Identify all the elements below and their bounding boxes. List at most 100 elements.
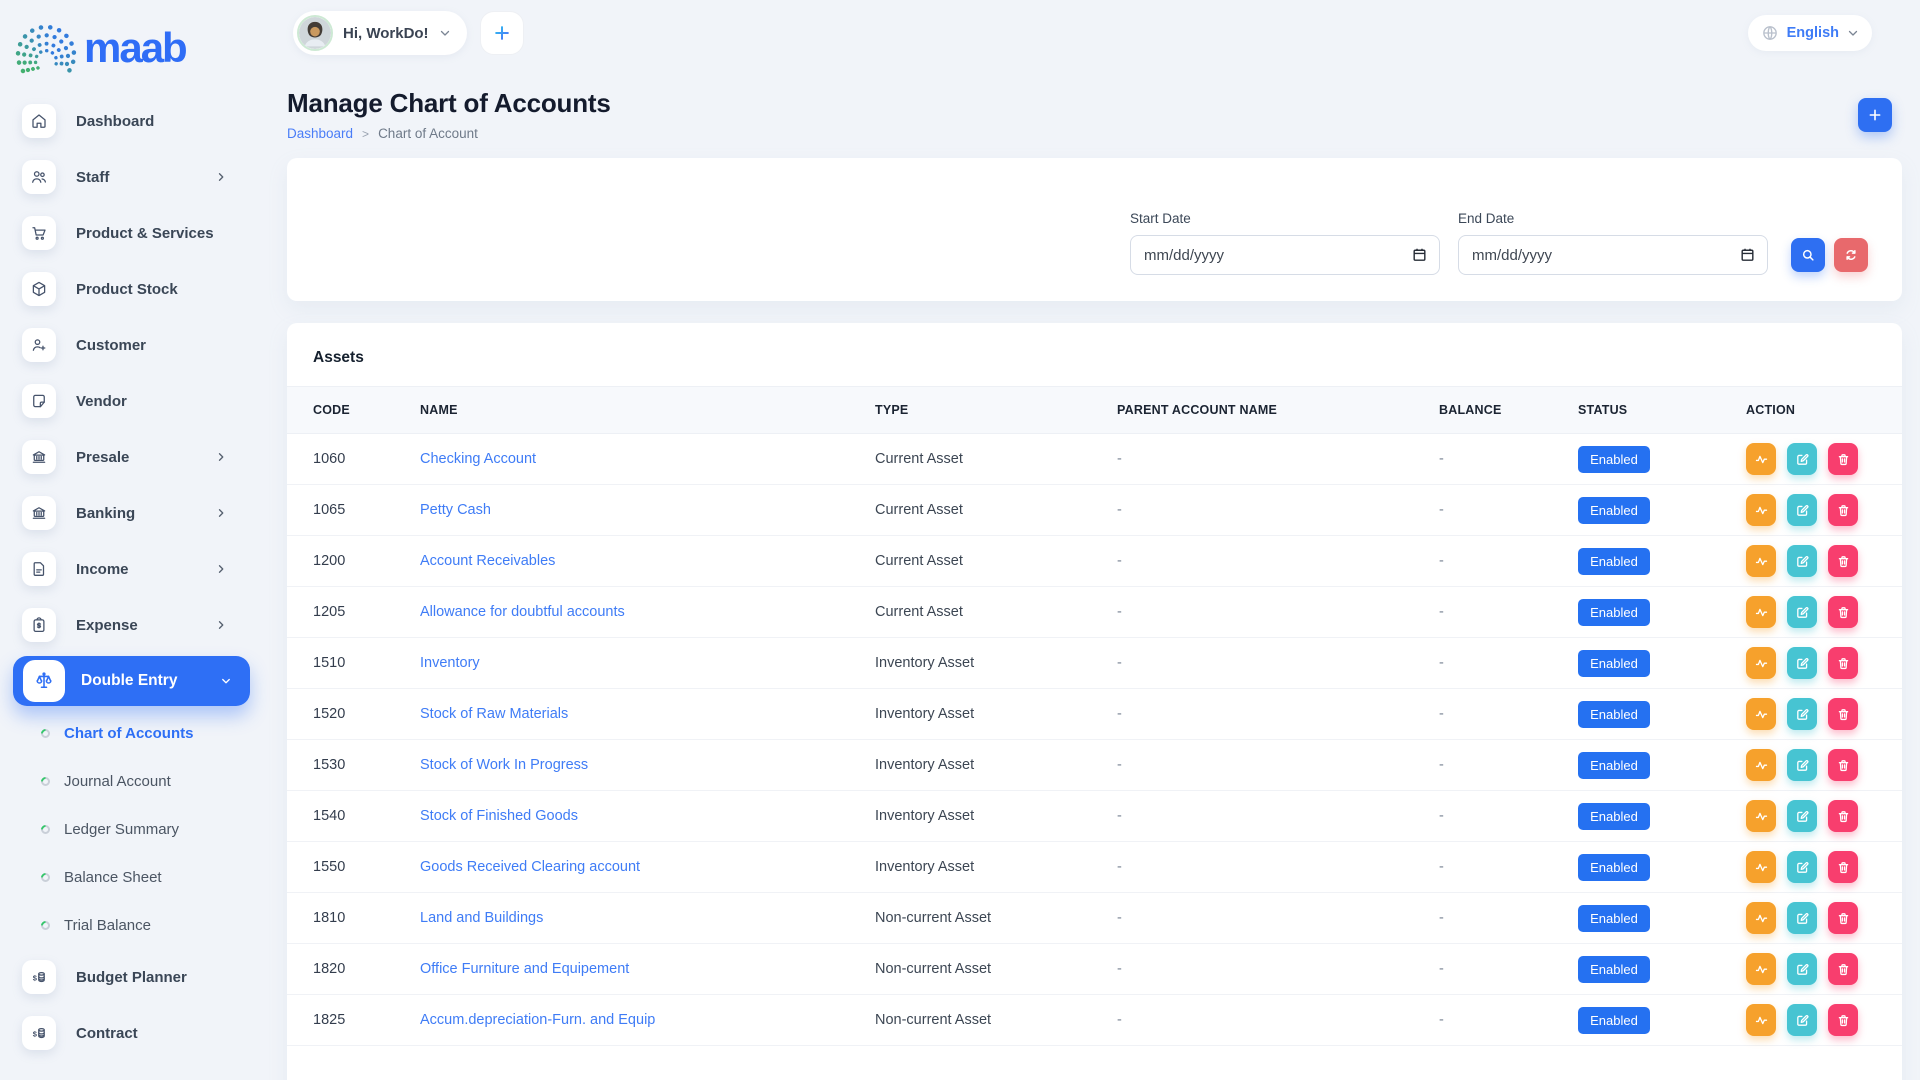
sidebar-item-staff[interactable]: Staff bbox=[0, 149, 270, 205]
create-account-button[interactable] bbox=[1858, 98, 1892, 132]
account-name-link[interactable]: Stock of Work In Progress bbox=[420, 757, 588, 773]
edit-button[interactable] bbox=[1787, 545, 1817, 577]
edit-icon bbox=[1795, 503, 1810, 518]
edit-button[interactable] bbox=[1787, 443, 1817, 475]
breadcrumb-dashboard-link[interactable]: Dashboard bbox=[287, 126, 353, 141]
col-parent: PARENT ACCOUNT NAME bbox=[1091, 387, 1413, 434]
edit-button[interactable] bbox=[1787, 902, 1817, 934]
edit-button[interactable] bbox=[1787, 851, 1817, 883]
activity-icon bbox=[1754, 860, 1769, 875]
edit-button[interactable] bbox=[1787, 1004, 1817, 1036]
delete-button[interactable] bbox=[1828, 545, 1858, 577]
delete-button[interactable] bbox=[1828, 953, 1858, 985]
reset-button[interactable] bbox=[1834, 238, 1868, 272]
account-name-link[interactable]: Land and Buildings bbox=[420, 910, 543, 926]
sidebar-item-budget-planner[interactable]: $Budget Planner bbox=[0, 949, 270, 1005]
account-balance: - bbox=[1413, 944, 1552, 995]
account-balance: - bbox=[1413, 587, 1552, 638]
activity-button[interactable] bbox=[1746, 698, 1776, 730]
activity-button[interactable] bbox=[1746, 1004, 1776, 1036]
activity-button[interactable] bbox=[1746, 749, 1776, 781]
activity-icon bbox=[1754, 503, 1769, 518]
account-name-link[interactable]: Petty Cash bbox=[420, 502, 491, 518]
delete-button[interactable] bbox=[1828, 596, 1858, 628]
user-menu[interactable]: Hi, WorkDo! bbox=[293, 11, 467, 55]
chevron-right-icon bbox=[215, 451, 227, 463]
brand-wordmark: maab bbox=[84, 27, 186, 69]
section-title: Assets bbox=[287, 323, 1902, 367]
sidebar-subitem-ledger-summary[interactable]: Ledger Summary bbox=[0, 805, 270, 853]
delete-button[interactable] bbox=[1828, 443, 1858, 475]
sidebar-item-vendor[interactable]: Vendor bbox=[0, 373, 270, 429]
delete-button[interactable] bbox=[1828, 749, 1858, 781]
sidebar-item-banking[interactable]: Banking bbox=[0, 485, 270, 541]
account-name-link[interactable]: Inventory bbox=[420, 655, 480, 671]
account-name-link[interactable]: Stock of Raw Materials bbox=[420, 706, 568, 722]
activity-button[interactable] bbox=[1746, 902, 1776, 934]
activity-button[interactable] bbox=[1746, 443, 1776, 475]
sidebar-subitem-journal-account[interactable]: Journal Account bbox=[0, 757, 270, 805]
edit-button[interactable] bbox=[1787, 800, 1817, 832]
delete-button[interactable] bbox=[1828, 1004, 1858, 1036]
delete-button[interactable] bbox=[1828, 698, 1858, 730]
quick-add-button[interactable] bbox=[480, 11, 524, 55]
delete-button[interactable] bbox=[1828, 800, 1858, 832]
account-name-link[interactable]: Goods Received Clearing account bbox=[420, 859, 640, 875]
edit-button[interactable] bbox=[1787, 698, 1817, 730]
sidebar-item-contract[interactable]: $Contract bbox=[0, 1005, 270, 1061]
col-type: TYPE bbox=[849, 387, 1091, 434]
edit-button[interactable] bbox=[1787, 494, 1817, 526]
sidebar-item-dashboard[interactable]: Dashboard bbox=[0, 93, 270, 149]
sidebar-subitem-trial-balance[interactable]: Trial Balance bbox=[0, 901, 270, 949]
activity-icon bbox=[1754, 809, 1769, 824]
edit-button[interactable] bbox=[1787, 953, 1817, 985]
end-date-label: End Date bbox=[1458, 211, 1768, 226]
edit-icon bbox=[1795, 605, 1810, 620]
sidebar-item-product-services[interactable]: Product & Services bbox=[0, 205, 270, 261]
trash-icon bbox=[1836, 911, 1851, 926]
edit-button[interactable] bbox=[1787, 596, 1817, 628]
trash-icon bbox=[1836, 605, 1851, 620]
delete-button[interactable] bbox=[1828, 851, 1858, 883]
account-name-link[interactable]: Stock of Finished Goods bbox=[420, 808, 578, 824]
delete-button[interactable] bbox=[1828, 902, 1858, 934]
activity-button[interactable] bbox=[1746, 647, 1776, 679]
sidebar-item-customer[interactable]: Customer bbox=[0, 317, 270, 373]
sidebar-subitem-chart-of-accounts[interactable]: Chart of Accounts bbox=[0, 709, 270, 757]
activity-button[interactable] bbox=[1746, 851, 1776, 883]
sidebar-subitem-balance-sheet[interactable]: Balance Sheet bbox=[0, 853, 270, 901]
activity-button[interactable] bbox=[1746, 800, 1776, 832]
account-name-link[interactable]: Checking Account bbox=[420, 451, 536, 467]
sidebar-item-presale[interactable]: Presale bbox=[0, 429, 270, 485]
delete-button[interactable] bbox=[1828, 647, 1858, 679]
account-name-link[interactable]: Account Receivables bbox=[420, 553, 555, 569]
globe-icon bbox=[1761, 24, 1779, 42]
account-name-link[interactable]: Allowance for doubtful accounts bbox=[420, 604, 625, 620]
sidebar-item-expense[interactable]: Expense bbox=[0, 597, 270, 653]
language-selector[interactable]: English bbox=[1748, 15, 1872, 51]
activity-button[interactable] bbox=[1746, 494, 1776, 526]
table-row: 1060 Checking Account Current Asset - - … bbox=[287, 434, 1902, 485]
sidebar-item-product-stock[interactable]: Product Stock bbox=[0, 261, 270, 317]
start-date-input[interactable] bbox=[1130, 235, 1440, 275]
chevron-down-icon bbox=[1847, 27, 1859, 39]
edit-button[interactable] bbox=[1787, 749, 1817, 781]
activity-button[interactable] bbox=[1746, 953, 1776, 985]
account-name-link[interactable]: Accum.depreciation-Furn. and Equip bbox=[420, 1012, 655, 1028]
account-code: 1540 bbox=[287, 791, 394, 842]
activity-button[interactable] bbox=[1746, 545, 1776, 577]
end-date-input[interactable] bbox=[1458, 235, 1768, 275]
edit-button[interactable] bbox=[1787, 647, 1817, 679]
account-name-link[interactable]: Office Furniture and Equipement bbox=[420, 961, 629, 977]
language-label: English bbox=[1787, 25, 1839, 41]
delete-button[interactable] bbox=[1828, 494, 1858, 526]
search-button[interactable] bbox=[1791, 238, 1825, 272]
sidebar-item-income[interactable]: Income bbox=[0, 541, 270, 597]
brand-logo[interactable]: maab bbox=[0, 10, 270, 86]
account-balance: - bbox=[1413, 434, 1552, 485]
activity-button[interactable] bbox=[1746, 596, 1776, 628]
account-code: 1520 bbox=[287, 689, 394, 740]
col-balance: BALANCE bbox=[1413, 387, 1552, 434]
chevron-down-icon bbox=[220, 675, 232, 687]
sidebar-item-double-entry[interactable]: Double Entry bbox=[13, 656, 250, 706]
